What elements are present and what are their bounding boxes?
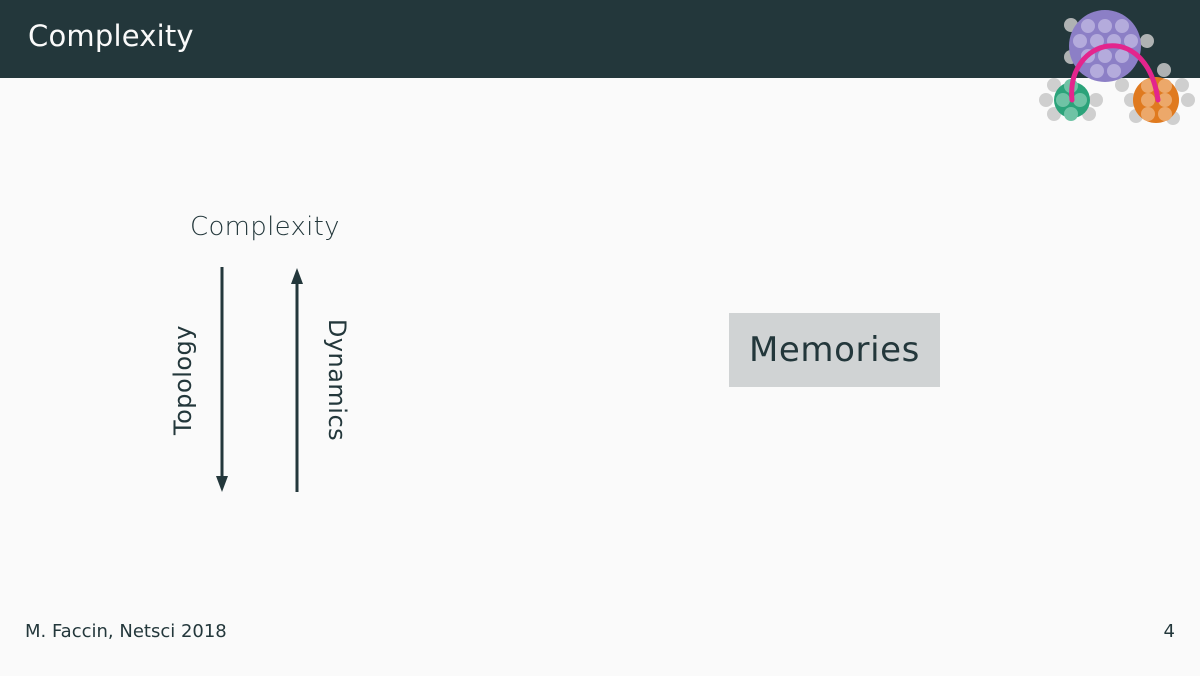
up-arrow <box>291 268 303 492</box>
diagram-title: Complexity <box>190 212 340 242</box>
dynamics-label: Dynamics <box>323 318 351 442</box>
memories-box: Memories <box>729 313 940 387</box>
network-logo-icon <box>1039 10 1195 125</box>
slide-header: Complexity <box>0 0 1200 78</box>
footer-citation: M. Faccin, Netsci 2018 <box>25 621 227 642</box>
memories-label: Memories <box>748 330 921 370</box>
topology-label: Topology <box>169 325 197 435</box>
topology-dynamics-arrows <box>216 267 303 492</box>
page-number: 4 <box>1163 621 1175 642</box>
slide-title: Complexity <box>28 19 194 53</box>
down-arrow <box>216 267 228 492</box>
